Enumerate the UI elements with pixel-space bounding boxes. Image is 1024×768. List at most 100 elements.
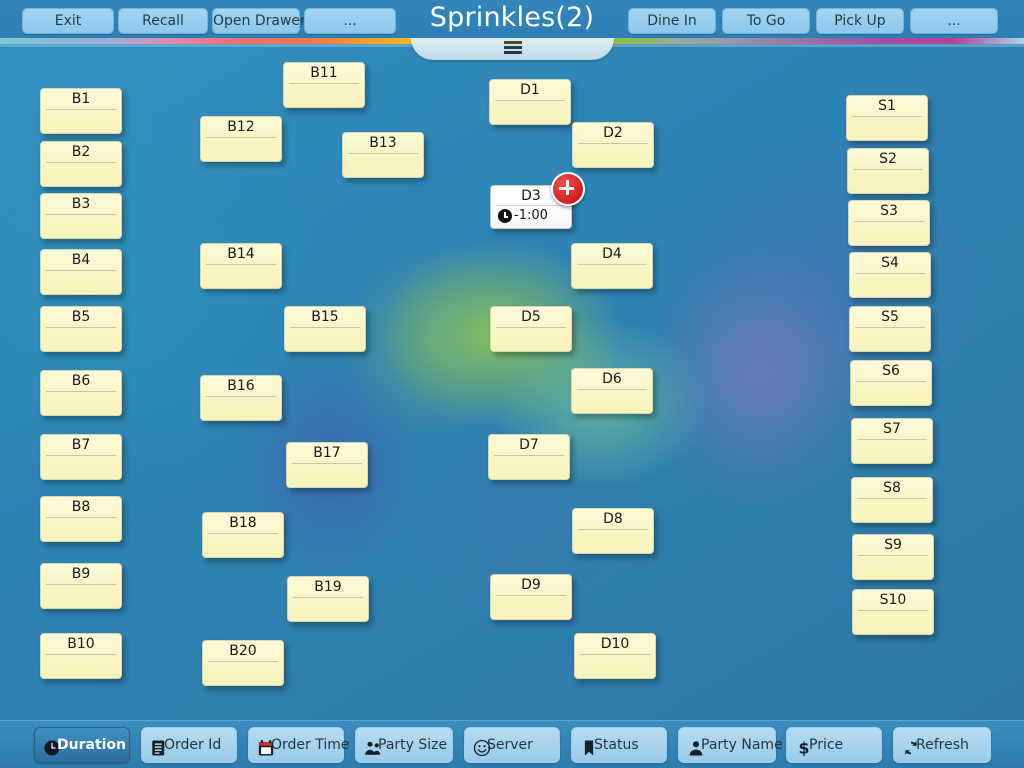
table-card-b17[interactable]: B17	[286, 442, 368, 488]
table-card-d6[interactable]: D6	[571, 368, 653, 414]
table-card-d7[interactable]: D7	[488, 434, 570, 480]
table-divider	[292, 463, 362, 464]
table-label: B20	[229, 643, 257, 659]
top-toolbar: Exit Recall Open Drawer... Sprinkles(2) Di…	[0, 0, 1024, 38]
open-drawer-button[interactable]: Open Drawer	[212, 8, 306, 34]
table-label: D2	[603, 125, 623, 141]
sort-order-id-button[interactable]: Order Id	[141, 727, 237, 763]
table-label: S9	[884, 537, 902, 553]
table-label: B10	[67, 636, 95, 652]
table-card-b4[interactable]: B4	[40, 249, 122, 295]
table-divider	[348, 153, 418, 154]
table-label: D10	[600, 636, 630, 652]
table-card-b3[interactable]: B3	[40, 193, 122, 239]
table-label: B6	[71, 373, 91, 389]
table-card-d3[interactable]: D3 -1:00	[490, 172, 585, 229]
table-divider	[46, 654, 116, 655]
table-card-b10[interactable]: B10	[40, 633, 122, 679]
toolbar-button-label: Party Size	[378, 737, 448, 753]
table-card-s5[interactable]: S5	[849, 306, 931, 352]
toolbar-button-label: Order Id	[164, 737, 222, 753]
table-divider	[206, 396, 276, 397]
table-divider	[208, 533, 278, 534]
table-card-d10[interactable]: D10	[574, 633, 656, 679]
toolbar-button-label: Refresh	[916, 737, 969, 753]
more-left-button[interactable]: ...	[304, 8, 396, 34]
table-label: B2	[71, 144, 91, 160]
table-card-s6[interactable]: S6	[850, 360, 932, 406]
sort-status-button[interactable]: Status	[571, 727, 667, 763]
table-divider	[496, 205, 566, 206]
to-go-button[interactable]: To Go	[722, 8, 810, 34]
table-card-b12[interactable]: B12	[200, 116, 282, 162]
table-divider	[293, 597, 363, 598]
table-card-b11[interactable]: B11	[283, 62, 365, 108]
table-label: D8	[603, 511, 623, 527]
table-divider	[206, 264, 276, 265]
add-order-badge[interactable]	[551, 172, 585, 206]
table-card-s4[interactable]: S4	[849, 252, 931, 298]
table-card-b6[interactable]: B6	[40, 370, 122, 416]
table-card-d5[interactable]: D5	[490, 306, 572, 352]
table-card-s8[interactable]: S8	[851, 477, 933, 523]
table-card-b14[interactable]: B14	[200, 243, 282, 289]
table-card-b19[interactable]: B19	[287, 576, 369, 622]
table-card-b15[interactable]: B15	[284, 306, 366, 352]
table-divider	[855, 273, 925, 274]
table-divider	[208, 661, 278, 662]
table-divider	[206, 137, 276, 138]
table-label: B16	[227, 378, 255, 394]
table-card-b1[interactable]: B1	[40, 88, 122, 134]
sort-price-button[interactable]: $ Price	[786, 727, 882, 763]
table-card-d1[interactable]: D1	[489, 79, 571, 125]
table-divider	[858, 610, 928, 611]
refresh-button[interactable]: Refresh	[893, 727, 991, 763]
table-card-s9[interactable]: S9	[852, 534, 934, 580]
hamburger-menu-icon	[503, 41, 522, 56]
table-card-s10[interactable]: S10	[852, 589, 934, 635]
sort-order-time-button[interactable]: Order Time	[248, 727, 350, 763]
more-right-button[interactable]: ...	[910, 8, 998, 34]
table-card-b8[interactable]: B8	[40, 496, 122, 542]
table-card-d9[interactable]: D9	[490, 574, 572, 620]
table-divider	[852, 116, 922, 117]
hamburger-menu-tab[interactable]	[411, 38, 614, 60]
table-divider	[578, 529, 648, 530]
table-card-d8[interactable]: D8	[572, 508, 654, 554]
table-card-s2[interactable]: S2	[847, 148, 929, 194]
table-divider	[580, 654, 650, 655]
table-card-b20[interactable]: B20	[202, 640, 284, 686]
table-card-b16[interactable]: B16	[200, 375, 282, 421]
table-label: D1	[520, 82, 540, 98]
table-divider	[496, 327, 566, 328]
table-card-d2[interactable]: D2	[572, 122, 654, 168]
table-divider	[46, 327, 116, 328]
table-card-s1[interactable]: S1	[846, 95, 928, 141]
table-card-b5[interactable]: B5	[40, 306, 122, 352]
dine-in-button[interactable]: Dine In	[628, 8, 716, 34]
table-card-b7[interactable]: B7	[40, 434, 122, 480]
sort-party-name-button[interactable]: Party Name	[678, 727, 783, 763]
exit-button[interactable]: Exit	[22, 8, 114, 34]
table-divider	[858, 555, 928, 556]
table-divider	[855, 327, 925, 328]
table-card-d4[interactable]: D4	[571, 243, 653, 289]
table-divider	[857, 439, 927, 440]
table-divider	[496, 595, 566, 596]
table-label: B13	[369, 135, 397, 151]
table-label: B14	[227, 246, 255, 262]
table-card-s3[interactable]: S3	[848, 200, 930, 246]
table-card-b9[interactable]: B9	[40, 563, 122, 609]
table-divider	[46, 391, 116, 392]
sort-duration-button[interactable]: Duration	[34, 727, 130, 763]
sort-server-button[interactable]: Server	[464, 727, 560, 763]
table-divider	[577, 264, 647, 265]
recall-button[interactable]: Recall	[118, 8, 208, 34]
table-card-b18[interactable]: B18	[202, 512, 284, 558]
pick-up-button[interactable]: Pick Up	[816, 8, 904, 34]
table-card-b13[interactable]: B13	[342, 132, 424, 178]
sort-party-size-button[interactable]: Party Size	[355, 727, 453, 763]
table-card-s7[interactable]: S7	[851, 418, 933, 464]
table-label: S5	[881, 309, 899, 325]
table-card-b2[interactable]: B2	[40, 141, 122, 187]
